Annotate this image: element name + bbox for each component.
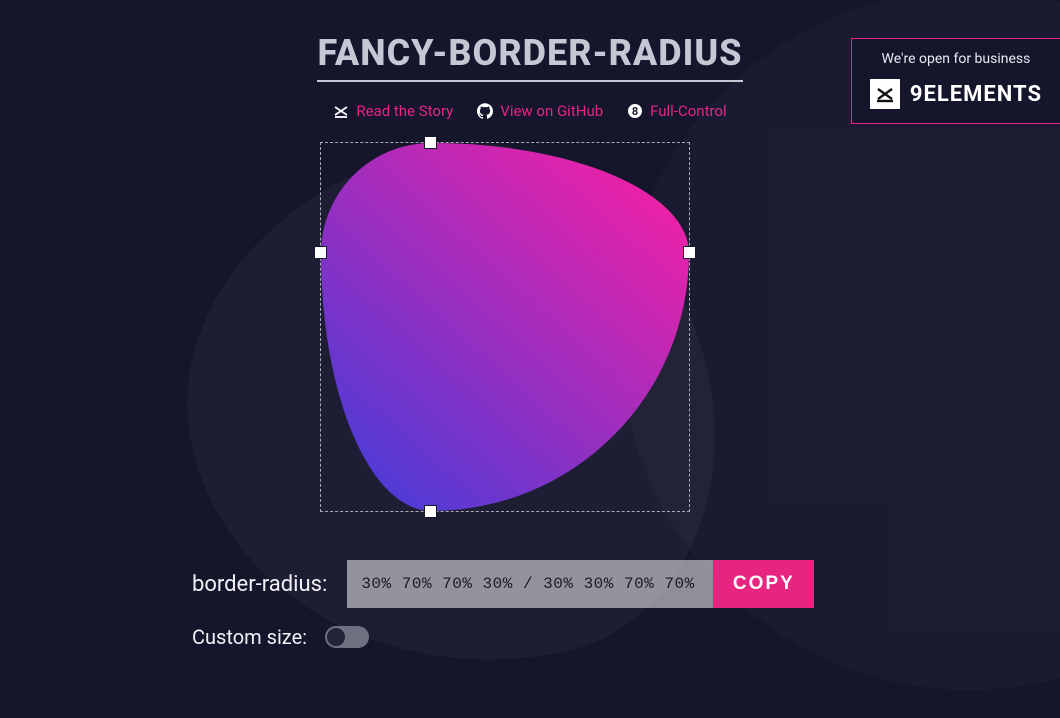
handle-bottom[interactable] — [424, 505, 437, 518]
custom-size-label: Custom size: — [192, 625, 307, 649]
output-row: border-radius: COPY — [192, 560, 814, 608]
copy-button[interactable]: COPY — [713, 560, 814, 608]
eight-icon: 8 — [627, 103, 643, 119]
link-label: Read the Story — [356, 102, 453, 120]
handle-top[interactable] — [424, 136, 437, 149]
link-github[interactable]: View on GitHub — [477, 102, 603, 120]
link-read-story[interactable]: Read the Story — [333, 102, 453, 120]
page-title: FANCY-BORDER-RADIUS — [317, 32, 742, 82]
svg-text:8: 8 — [632, 105, 638, 118]
handle-right[interactable] — [683, 246, 696, 259]
output-label: border-radius: — [192, 572, 327, 597]
promo-box[interactable]: We're open for business 9ELEMENTS — [851, 38, 1060, 124]
story-icon — [333, 103, 349, 119]
github-icon — [477, 103, 493, 119]
shape-editor — [320, 142, 690, 512]
promo-tagline: We're open for business — [870, 51, 1042, 67]
border-radius-output[interactable] — [347, 560, 713, 608]
nine-elements-icon — [870, 79, 900, 109]
toggle-knob — [327, 628, 345, 646]
custom-size-row: Custom size: — [192, 625, 369, 649]
promo-logo: 9ELEMENTS — [870, 79, 1042, 109]
handle-left[interactable] — [314, 246, 327, 259]
custom-size-toggle[interactable] — [325, 626, 369, 648]
link-label: View on GitHub — [500, 102, 603, 120]
shape-preview — [321, 143, 689, 511]
promo-brand: 9ELEMENTS — [910, 82, 1042, 107]
